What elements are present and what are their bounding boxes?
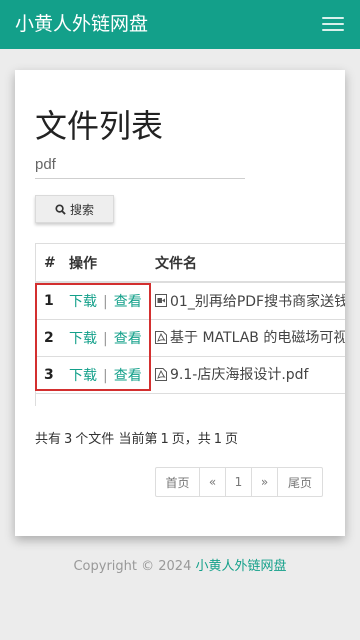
file-count: 3 [64, 432, 73, 447]
file-table-container[interactable]: # 操作 文件名 1 下载 | 查看 01_别再给PDF搜书商家送钱了 2 下载… [35, 243, 345, 406]
summary-prefix: 共有 [35, 432, 62, 447]
page-last-button[interactable]: 尾页 [278, 468, 322, 496]
footer: Copyright © 2024 小黄人外链网盘 [0, 555, 360, 574]
search-icon [55, 203, 66, 215]
file-name-cell: 基于 MATLAB 的电磁场可视化 [155, 319, 345, 357]
row-number: 1 [36, 282, 69, 320]
hamburger-icon[interactable] [322, 15, 346, 33]
table-row: 3 下载 | 查看 9.1-店庆海报设计.pdf [36, 356, 345, 394]
row-number: 3 [36, 356, 69, 394]
header-actions: 操作 [69, 244, 155, 283]
table-row: 2 下载 | 查看 基于 MATLAB 的电磁场可视化 [36, 319, 345, 357]
pdf-file-icon [155, 330, 167, 344]
file-name-cell: 01_别再给PDF搜书商家送钱了 [155, 282, 345, 320]
footer-brand-link[interactable]: 小黄人外链网盘 [196, 559, 287, 574]
top-navbar: 小黄人外链网盘 [0, 0, 360, 49]
separator: | [103, 367, 108, 384]
view-link[interactable]: 查看 [114, 294, 142, 310]
summary-current-prefix: 当前第 [118, 432, 158, 447]
copyright-text: Copyright © 2024 [73, 559, 192, 574]
search-input[interactable] [35, 150, 245, 179]
current-page-number: 1 [160, 432, 169, 447]
download-link[interactable]: 下载 [69, 368, 97, 384]
row-actions: 下载 | 查看 [69, 282, 155, 320]
video-file-icon [155, 294, 167, 307]
page-current-button[interactable]: 1 [226, 468, 252, 496]
total-pages-number: 1 [213, 432, 223, 447]
file-name[interactable]: 01_别再给PDF搜书商家送钱了 [170, 291, 345, 311]
search-button-label: 搜索 [69, 202, 94, 217]
file-name[interactable]: 9.1-店庆海报设计.pdf [170, 364, 308, 384]
pdf-file-icon [155, 367, 167, 381]
row-number: 2 [36, 319, 69, 357]
summary-total-suffix: 页 [225, 432, 239, 447]
file-table: # 操作 文件名 1 下载 | 查看 01_别再给PDF搜书商家送钱了 2 下载… [36, 244, 345, 394]
brand-title[interactable]: 小黄人外链网盘 [15, 11, 148, 37]
file-name[interactable]: 基于 MATLAB 的电磁场可视化 [170, 327, 345, 347]
search-button[interactable]: 搜索 [35, 195, 114, 223]
pagination: 首页 « 1 » 尾页 [155, 467, 323, 497]
table-row: 1 下载 | 查看 01_别再给PDF搜书商家送钱了 [36, 282, 345, 320]
header-number: # [36, 244, 69, 283]
table-header-row: # 操作 文件名 [36, 244, 345, 283]
page-prev-button[interactable]: « [200, 468, 226, 496]
view-link[interactable]: 查看 [114, 368, 142, 384]
download-link[interactable]: 下载 [69, 331, 97, 347]
separator: | [103, 330, 108, 347]
file-summary: 共有 3 个文件 当前第 1 页，共 1 页 [35, 428, 238, 447]
row-actions: 下载 | 查看 [69, 319, 155, 357]
download-link[interactable]: 下载 [69, 294, 97, 310]
header-filename: 文件名 [155, 244, 345, 283]
page-title: 文件列表 [35, 107, 164, 145]
file-name-cell: 9.1-店庆海报设计.pdf [155, 356, 345, 394]
page-next-button[interactable]: » [252, 468, 278, 496]
page-first-button[interactable]: 首页 [156, 468, 200, 496]
summary-file-suffix: 个文件 [75, 432, 115, 447]
row-actions: 下载 | 查看 [69, 356, 155, 394]
view-link[interactable]: 查看 [114, 331, 142, 347]
summary-page-suffix: 页，共 [171, 432, 211, 447]
separator: | [103, 293, 108, 310]
file-list-card: 文件列表 搜索 # 操作 文件名 1 下载 | 查看 [15, 70, 345, 536]
